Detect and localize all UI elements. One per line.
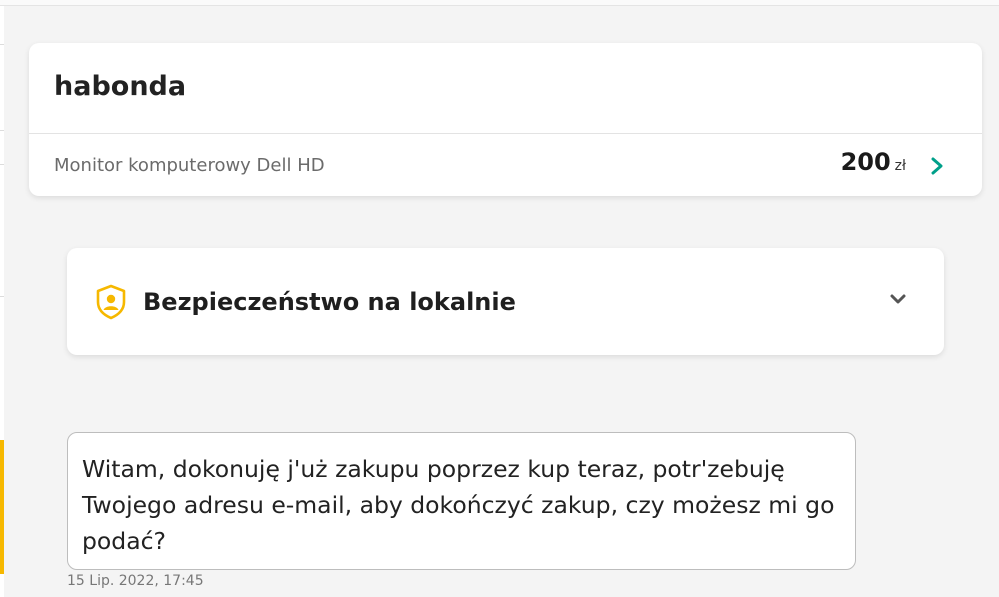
message-bubble: Witam, dokonuję j'uż zakupu poprzez kup … bbox=[67, 432, 856, 570]
sidebar-divider bbox=[0, 164, 4, 165]
price-amount: 200 bbox=[840, 148, 891, 176]
left-sidebar-edge bbox=[0, 6, 4, 597]
sidebar-divider bbox=[0, 296, 4, 297]
sidebar-divider bbox=[0, 130, 4, 131]
seller-name: habonda bbox=[54, 71, 187, 102]
active-conversation-indicator bbox=[0, 440, 4, 574]
safety-panel-toggle[interactable]: Bezpieczeństwo na lokalnie bbox=[67, 248, 944, 355]
chevron-right-icon[interactable] bbox=[930, 156, 944, 176]
message-text: Witam, dokonuję j'uż zakupu poprzez kup … bbox=[82, 455, 835, 555]
offer-price: 200 zł bbox=[841, 148, 906, 176]
offer-link-row[interactable]: Monitor komputerowy Dell HD 200 zł bbox=[29, 134, 982, 196]
offer-card: habonda Monitor komputerowy Dell HD 200 z… bbox=[29, 43, 982, 196]
top-bar bbox=[0, 0, 999, 6]
chevron-down-icon[interactable] bbox=[888, 292, 908, 306]
message-timestamp: 15 Lip. 2022, 17:45 bbox=[67, 573, 204, 589]
sidebar-divider bbox=[0, 44, 4, 45]
offer-title: Monitor komputerowy Dell HD bbox=[54, 155, 325, 176]
safety-title: Bezpieczeństwo na lokalnie bbox=[143, 288, 516, 316]
price-currency: zł bbox=[894, 158, 906, 174]
shield-user-icon bbox=[96, 284, 126, 320]
